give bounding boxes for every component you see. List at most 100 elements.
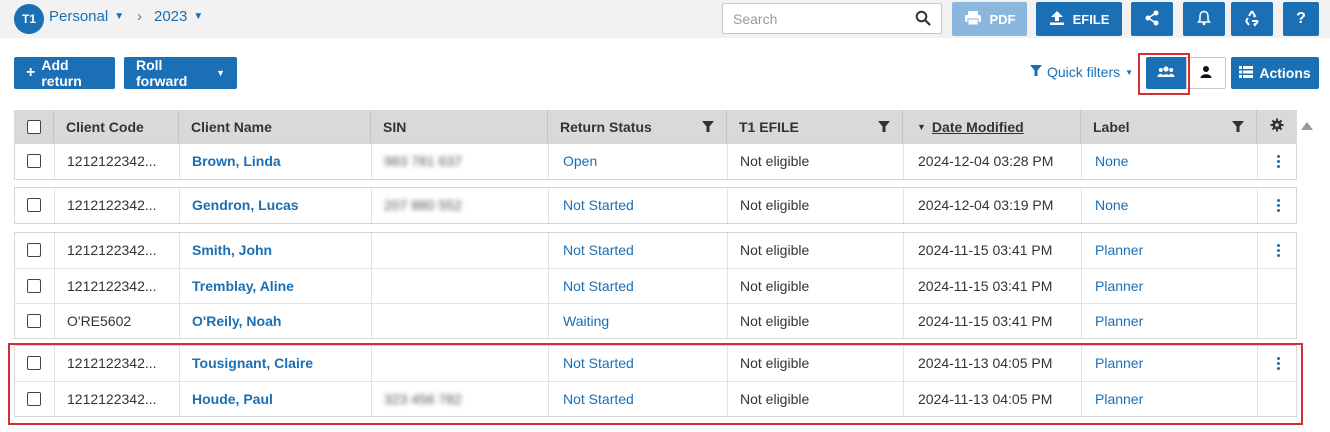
column-label: Date Modified	[931, 118, 1024, 135]
column-header-client-code[interactable]: Client Code	[54, 110, 179, 143]
actions-button[interactable]: Actions	[1231, 57, 1319, 89]
help-icon: ?	[1296, 10, 1306, 27]
actions-label: Actions	[1259, 65, 1311, 81]
cell-label[interactable]: None	[1095, 188, 1128, 222]
breadcrumb-year[interactable]: 2023 ▼	[154, 8, 203, 25]
breadcrumb-module[interactable]: Personal ▼	[49, 8, 124, 25]
client-group: 1212122342... Brown, Linda 983 781 637 Open…	[14, 143, 1297, 180]
cell-client-code: 1212122342...	[67, 233, 157, 267]
filter-icon[interactable]	[702, 120, 714, 136]
cell-t1-efile: Not eligible	[740, 233, 809, 267]
cell-client-name-text: Gendron, Lucas	[192, 197, 299, 213]
column-label: Return Status	[560, 118, 652, 135]
group-menu-icon[interactable]	[1277, 155, 1281, 168]
row-checkbox[interactable]	[27, 154, 41, 168]
column-header-label[interactable]: Label	[1081, 110, 1257, 143]
table-row[interactable]: 1212122342... Brown, Linda 983 781 637 Open…	[15, 144, 1296, 179]
cell-return-status[interactable]: Not Started	[563, 233, 634, 267]
cell-client-name[interactable]: O'Reily, Noah	[192, 304, 281, 338]
cell-date-modified: 2024-11-15 03:41 PM	[918, 269, 1052, 303]
kebab-dot	[1277, 244, 1280, 247]
column-settings-cell	[1257, 110, 1297, 143]
row-checkbox[interactable]	[27, 198, 41, 212]
individual-view-button[interactable]	[1186, 57, 1226, 89]
cell-return-status[interactable]: Not Started	[563, 269, 634, 303]
cell-label[interactable]: Planner	[1095, 269, 1143, 303]
cell-t1-efile: Not eligible	[740, 188, 809, 222]
group-menu-icon[interactable]	[1277, 199, 1281, 212]
cell-date-modified-text: 2024-11-15 03:41 PM	[918, 278, 1053, 294]
cell-label-text: Planner	[1095, 242, 1144, 258]
column-header-client-name[interactable]: Client Name	[179, 110, 371, 143]
cell-return-status[interactable]: Waiting	[563, 304, 609, 338]
cell-sin-text: 983 781 637	[384, 153, 462, 169]
cell-label[interactable]: Planner	[1095, 233, 1143, 267]
kebab-dot	[1277, 249, 1280, 252]
cell-select	[27, 304, 41, 338]
add-return-label: Add return	[41, 57, 82, 89]
efile-button[interactable]: EFILE	[1036, 2, 1122, 36]
table-row[interactable]: 1212122342... Tremblay, Aline Not Started N…	[15, 268, 1296, 303]
breadcrumb-year-label: 2023	[154, 8, 188, 25]
column-header-date-modified[interactable]: ▼ Date Modified	[903, 110, 1081, 143]
product-badge[interactable]: T1	[14, 4, 44, 34]
table-row[interactable]: 1212122342... Smith, John Not Started Not e…	[15, 233, 1296, 268]
filter-icon[interactable]	[878, 120, 890, 136]
cell-label[interactable]: None	[1095, 144, 1128, 178]
table-row[interactable]: 1212122342... Gendron, Lucas 207 880 552 No…	[15, 188, 1296, 223]
plus-icon: +	[26, 64, 36, 81]
cell-date-modified: 2024-11-15 03:41 PM	[918, 304, 1052, 338]
cell-client-name[interactable]: Smith, John	[192, 233, 272, 267]
client-group: 1212122342... Smith, John Not Started Not e…	[14, 232, 1297, 339]
gear-icon[interactable]	[1270, 118, 1284, 135]
kebab-dot	[1277, 155, 1280, 158]
cell-client-name[interactable]: Brown, Linda	[192, 144, 281, 178]
roll-forward-button[interactable]: Roll forward ▼	[124, 57, 237, 89]
row-checkbox[interactable]	[27, 314, 41, 328]
cell-select	[27, 269, 41, 303]
cell-t1-efile-text: Not eligible	[740, 153, 810, 169]
print-icon	[964, 10, 982, 29]
column-header-t1-efile[interactable]: T1 EFILE	[727, 110, 903, 143]
cell-client-name[interactable]: Gendron, Lucas	[192, 188, 299, 222]
search-icon[interactable]	[915, 10, 931, 29]
cell-return-status[interactable]: Not Started	[563, 188, 634, 222]
cell-date-modified: 2024-12-04 03:28 PM	[918, 144, 1053, 178]
pdf-button[interactable]: PDF	[952, 2, 1027, 36]
row-checkbox[interactable]	[27, 243, 41, 257]
notifications-button[interactable]	[1183, 2, 1225, 36]
cell-select	[27, 188, 41, 222]
cell-return-status-text: Not Started	[563, 197, 634, 213]
efile-button-label: EFILE	[1072, 11, 1110, 27]
client-group: 1212122342... Gendron, Lucas 207 880 552 No…	[14, 187, 1297, 224]
cell-client-name[interactable]: Tremblay, Aline	[192, 269, 294, 303]
share-button[interactable]	[1131, 2, 1173, 36]
table-row[interactable]: O'RE5602 O'Reily, Noah Waiting Not eligible…	[15, 303, 1296, 338]
add-return-button[interactable]: + Add return	[14, 57, 115, 89]
select-all-checkbox[interactable]	[26, 119, 41, 134]
column-header-return-status[interactable]: Return Status	[548, 110, 727, 143]
chevron-down-icon: ▼	[193, 11, 204, 22]
chevron-down-icon: ▼	[216, 68, 225, 78]
cell-client-code-text: 1212122342...	[67, 153, 157, 169]
cell-t1-efile: Not eligible	[740, 269, 809, 303]
cell-client-code-text: O'RE5602	[67, 313, 132, 329]
cell-sin-text: 207 880 552	[384, 197, 462, 213]
column-header-sin[interactable]: SIN	[371, 110, 548, 143]
cell-return-status[interactable]: Open	[563, 144, 597, 178]
top-bar: T1 Personal ▼ › 2023 ▼ PDF EFILE	[0, 0, 1330, 38]
group-menu-icon[interactable]	[1277, 244, 1281, 257]
cell-date-modified-text: 2024-11-15 03:41 PM	[918, 313, 1053, 329]
row-checkbox[interactable]	[27, 279, 41, 293]
search-input[interactable]	[723, 4, 903, 33]
cell-date-modified: 2024-11-15 03:41 PM	[918, 233, 1052, 267]
quick-filters-dropdown[interactable]: Quick filters ▼	[1030, 64, 1133, 80]
roll-forward-label: Roll forward	[136, 57, 188, 89]
recycle-bin-button[interactable]	[1231, 2, 1273, 36]
cell-client-code-text: 1212122342...	[67, 197, 157, 213]
column-label: SIN	[383, 118, 407, 135]
filter-icon[interactable]	[1232, 120, 1244, 136]
cell-label[interactable]: Planner	[1095, 304, 1143, 338]
help-button[interactable]: ?	[1283, 2, 1319, 36]
scroll-up-arrow[interactable]	[1300, 118, 1314, 134]
